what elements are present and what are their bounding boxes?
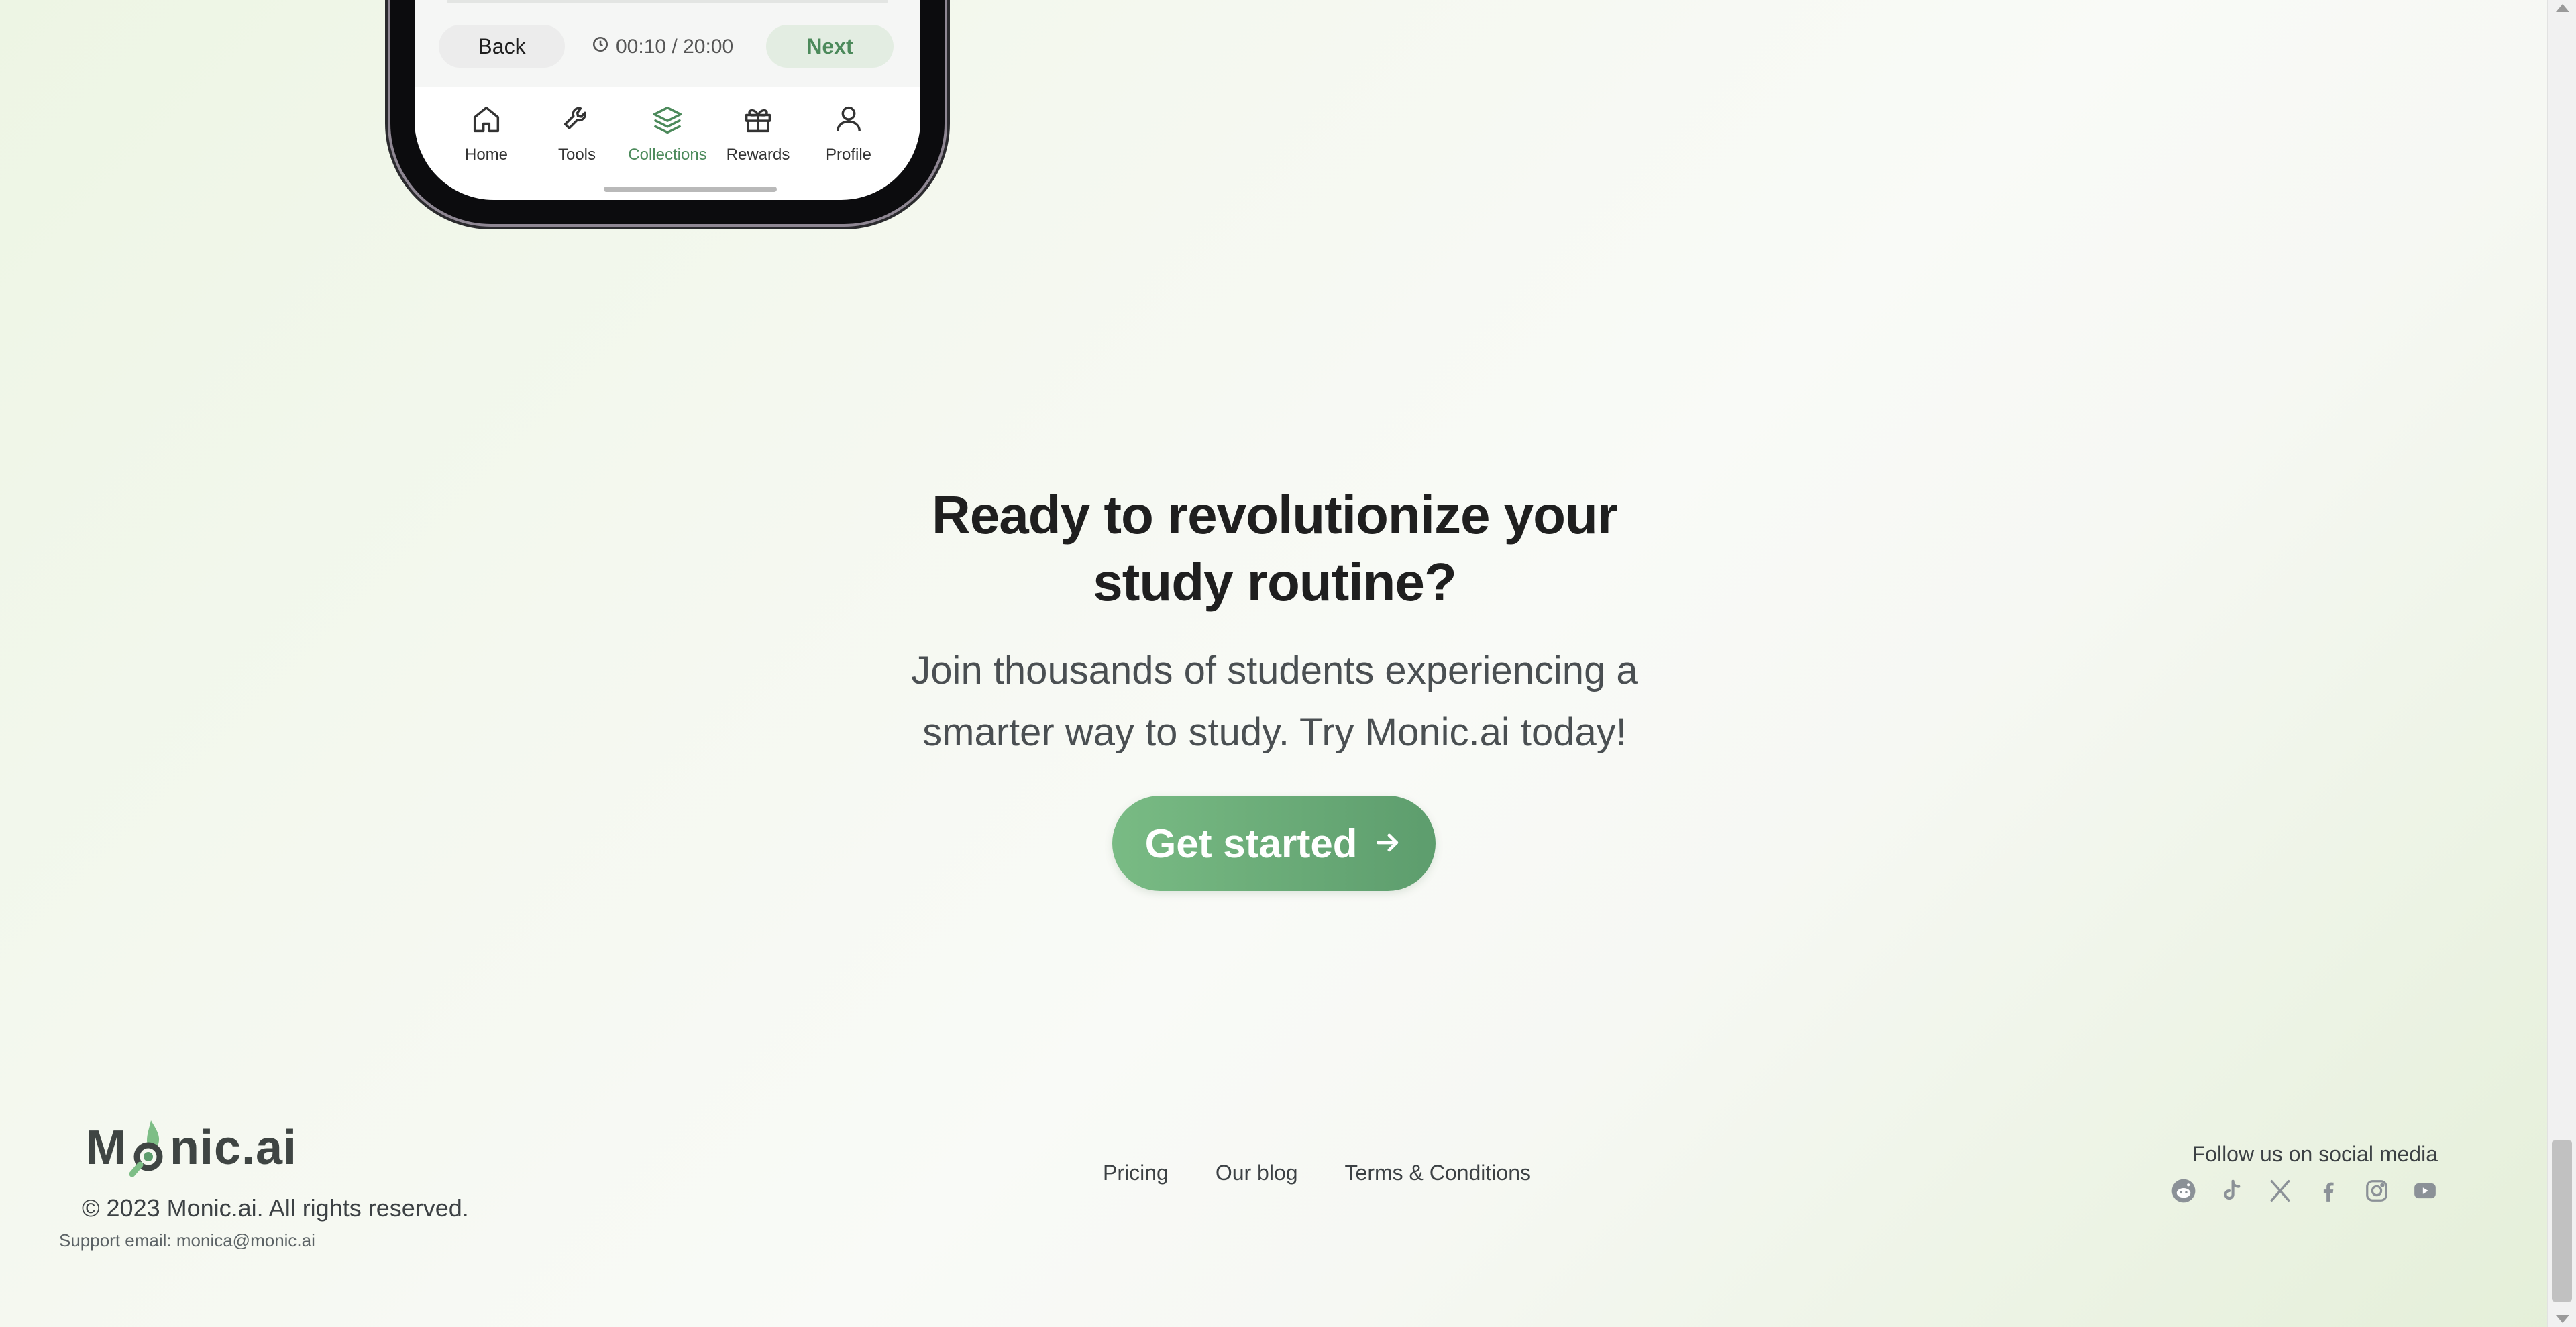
cta-heading: Ready to revolutionize your study routin… — [872, 482, 1677, 616]
x-icon[interactable] — [2267, 1178, 2293, 1204]
timer: 00:10 / 20:00 — [592, 27, 733, 67]
back-button[interactable]: Back — [439, 25, 565, 68]
get-started-button[interactable]: Get started — [1112, 796, 1436, 891]
cta-heading-line1: Ready to revolutionize your — [931, 485, 1618, 545]
follow-label: Follow us on social media — [2192, 1142, 2438, 1166]
divider — [447, 0, 888, 3]
arrow-right-icon — [1373, 820, 1403, 867]
get-started-label: Get started — [1144, 820, 1358, 866]
gift-icon — [741, 102, 775, 146]
tab-label: Tools — [557, 146, 596, 164]
player-controls: Back 00:10 / 20:00 Next — [415, 0, 920, 87]
tab-tools[interactable]: Tools — [532, 87, 622, 174]
page: Back 00:10 / 20:00 Next Home Tools Colle… — [0, 0, 2548, 1327]
instagram-icon[interactable] — [2364, 1178, 2390, 1204]
home-indicator — [604, 187, 777, 192]
tab-collections[interactable]: Collections — [623, 87, 712, 174]
scroll-down-arrow-icon[interactable] — [2556, 1315, 2569, 1323]
timer-text: 00:10 / 20:00 — [616, 36, 734, 58]
logo-prefix: M — [86, 1121, 127, 1175]
tab-label: Collections — [628, 146, 707, 164]
tab-label: Rewards — [726, 146, 790, 164]
layers-icon — [650, 102, 685, 146]
social-links — [2171, 1178, 2438, 1204]
logo[interactable]: M nic.ai — [86, 1119, 297, 1177]
cta-heading-line2: study routine? — [1093, 552, 1457, 612]
cta-subtitle: Join thousands of students experiencing … — [872, 640, 1677, 763]
wrench-icon — [559, 102, 594, 146]
scroll-up-arrow-icon[interactable] — [2556, 4, 2569, 12]
tab-home[interactable]: Home — [441, 87, 531, 174]
cta-subtitle-line1: Join thousands of students experiencing … — [911, 649, 1638, 692]
clock-icon — [592, 36, 609, 58]
footer-links: Pricing Our blog Terms & Conditions — [1103, 1161, 1531, 1185]
logo-magnifier-icon — [127, 1119, 170, 1177]
scrollbar[interactable] — [2547, 0, 2576, 1327]
cta-subtitle-line2: smarter way to study. Try Monic.ai today… — [922, 710, 1627, 754]
logo-suffix: nic.ai — [169, 1121, 298, 1175]
copyright-text: © 2023 Monic.ai. All rights reserved. — [82, 1194, 469, 1222]
tab-label: Profile — [825, 146, 872, 164]
tab-rewards[interactable]: Rewards — [713, 87, 803, 174]
scroll-thumb[interactable] — [2552, 1140, 2572, 1302]
user-icon — [831, 102, 866, 146]
next-button[interactable]: Next — [766, 25, 894, 68]
tiktok-icon[interactable] — [2219, 1178, 2245, 1204]
pricing-link[interactable]: Pricing — [1103, 1161, 1169, 1185]
tab-label: Home — [464, 146, 508, 164]
home-icon — [469, 102, 504, 146]
reddit-icon[interactable] — [2171, 1178, 2196, 1204]
terms-link[interactable]: Terms & Conditions — [1345, 1161, 1531, 1185]
tab-bar: Home Tools Collections Rewards Profile — [415, 87, 920, 174]
blog-link[interactable]: Our blog — [1216, 1161, 1298, 1185]
facebook-icon[interactable] — [2316, 1178, 2341, 1204]
support-email: Support email: monica@monic.ai — [59, 1230, 315, 1251]
phone-screen: Back 00:10 / 20:00 Next Home Tools Colle… — [415, 0, 920, 200]
phone-mockup: Back 00:10 / 20:00 Next Home Tools Colle… — [390, 0, 945, 224]
youtube-icon[interactable] — [2412, 1178, 2438, 1204]
tab-profile[interactable]: Profile — [804, 87, 894, 174]
